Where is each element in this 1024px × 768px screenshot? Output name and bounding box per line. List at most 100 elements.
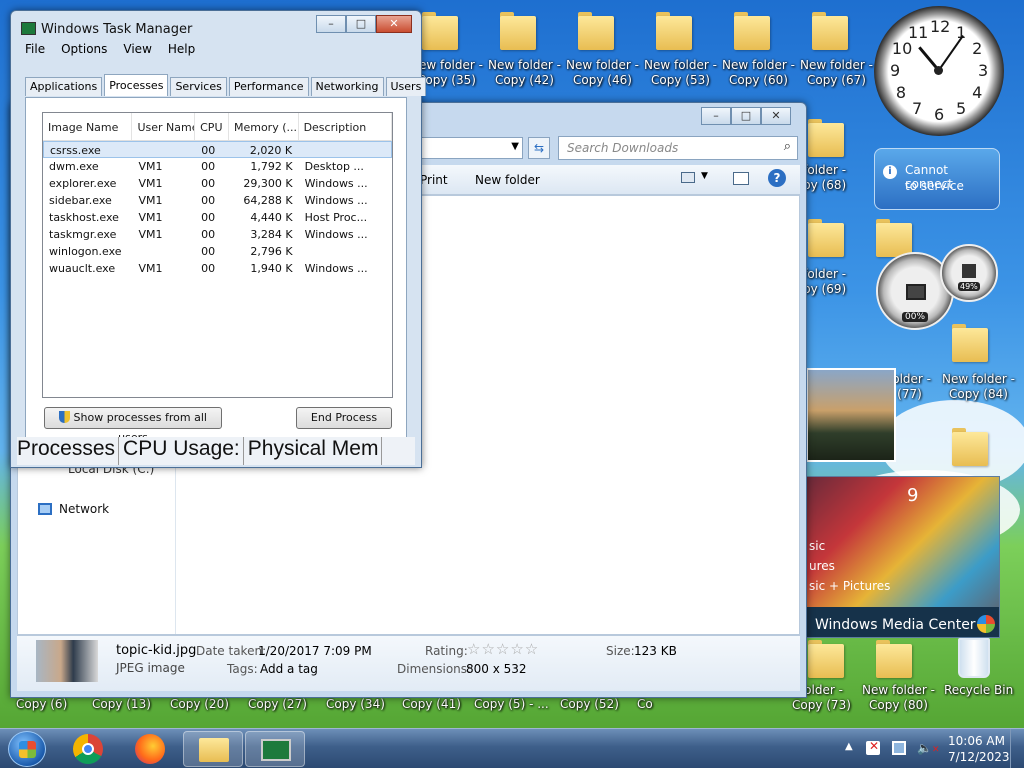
new-folder-button[interactable]: New folder (475, 173, 540, 187)
desktop-folder-label[interactable]: New folder - Copy (53) (644, 58, 717, 88)
recycle-bin-label[interactable]: Recycle Bin (944, 683, 1013, 698)
clock-gadget[interactable]: 12 1 2 3 4 5 6 7 8 9 10 11 (874, 6, 1004, 136)
column-user-name[interactable]: User Name (132, 113, 196, 140)
show-hidden-icons[interactable]: ▲ (845, 741, 853, 752)
process-row[interactable]: sidebar.exe VM1 00 64,288 K Windows ... (43, 192, 392, 209)
process-row[interactable]: dwm.exe VM1 00 1,792 K Desktop ... (43, 158, 392, 175)
chevron-down-icon[interactable]: ▼ (701, 171, 708, 181)
start-button[interactable] (8, 731, 46, 767)
desktop-folder-label[interactable]: Co (637, 697, 653, 712)
column-image-name[interactable]: Image Name (43, 113, 133, 140)
detail-tags-value[interactable]: Add a tag (260, 662, 318, 676)
minimize-button[interactable]: – (316, 15, 346, 33)
desktop-folder-label[interactable]: New folder - Copy (46) (566, 58, 639, 88)
folder-icon[interactable] (812, 8, 848, 50)
folder-icon[interactable] (808, 115, 844, 157)
desktop-folder-label[interactable]: Copy (6) (16, 697, 67, 712)
weather-gadget[interactable]: i Cannot connect to service (874, 148, 1000, 210)
process-row[interactable]: winlogon.exe 00 2,796 K (43, 243, 392, 260)
nav-network[interactable]: Network (59, 502, 109, 516)
column-memory[interactable]: Memory (... (229, 113, 299, 140)
details-pane: topic-kid.jpg JPEG image Date taken: 1/2… (17, 635, 800, 691)
process-row[interactable]: wuauclt.exe VM1 00 1,940 K Windows ... (43, 260, 392, 277)
folder-icon[interactable] (734, 8, 770, 50)
show-desktop-button[interactable] (1010, 729, 1024, 768)
end-process-button[interactable]: End Process (296, 407, 392, 429)
action-center-icon[interactable]: ✕ (866, 739, 880, 755)
print-button[interactable]: Print (420, 173, 448, 187)
menu-file[interactable]: File (25, 42, 45, 56)
minimize-button[interactable]: – (701, 107, 731, 125)
task-manager-window[interactable]: Windows Task Manager – □ ✕ File Options … (10, 10, 427, 468)
preview-pane-icon[interactable] (733, 172, 749, 185)
refresh-button[interactable]: ⇆ (528, 137, 550, 159)
close-button[interactable]: ✕ (376, 15, 412, 33)
maximize-button[interactable]: □ (346, 15, 376, 33)
desktop-folder-label[interactable]: New folder - Copy (67) (800, 58, 873, 88)
search-input[interactable]: Search Downloads ⌕ (558, 136, 798, 160)
maximize-button[interactable]: □ (731, 107, 761, 125)
tab-processes[interactable]: Processes (104, 74, 169, 96)
folder-icon[interactable] (808, 215, 844, 257)
process-cell: 4,440 K (250, 211, 293, 224)
column-cpu[interactable]: CPU (195, 113, 229, 140)
desktop-folder-label[interactable]: New folder - Copy (80) (862, 683, 935, 713)
desktop-folder-label[interactable]: Copy (34) (326, 697, 385, 712)
desktop-folder-label[interactable]: Copy (52) (560, 697, 619, 712)
menu-view[interactable]: View (123, 42, 151, 56)
dropdown-arrow-icon[interactable]: ▼ (511, 141, 519, 152)
menu-options[interactable]: Options (61, 42, 107, 56)
views-icon[interactable] (681, 172, 695, 183)
desktop-folder-label[interactable]: folder - py (68) (803, 163, 846, 193)
address-bar[interactable]: ▼ (411, 137, 523, 159)
taskbar-explorer-button[interactable] (183, 731, 243, 767)
desktop-folder-label[interactable]: Copy (5) - ... (474, 697, 549, 712)
clock-time[interactable]: 10:06 AM (948, 734, 1005, 748)
volume-icon[interactable]: 🔈✕ (917, 741, 940, 755)
desktop-folder-label[interactable]: New folder - Copy (42) (488, 58, 561, 88)
chrome-icon[interactable] (73, 734, 103, 764)
menu-help[interactable]: Help (168, 42, 195, 56)
detail-date-value[interactable]: 1/20/2017 7:09 PM (258, 644, 372, 658)
tab-applications[interactable]: Applications (25, 77, 103, 96)
network-tray-icon[interactable] (892, 741, 906, 755)
process-row[interactable]: taskmgr.exe VM1 00 3,284 K Windows ... (43, 226, 392, 243)
tab-networking[interactable]: Networking (310, 77, 384, 96)
media-center-gadget[interactable]: 9 sic ures sic + Pictures Windows Media … (806, 476, 1000, 638)
folder-icon[interactable] (952, 424, 988, 466)
clock-numeral: 11 (908, 22, 929, 42)
close-button[interactable]: ✕ (761, 107, 791, 125)
folder-icon[interactable] (656, 8, 692, 50)
desktop-folder-label[interactable]: Copy (13) (92, 697, 151, 712)
clock-date[interactable]: 7/12/2023 (948, 750, 1010, 764)
search-icon[interactable]: ⌕ (784, 139, 791, 154)
desktop-folder-label[interactable]: Copy (27) (248, 697, 307, 712)
taskbar-task-manager-button[interactable] (245, 731, 305, 767)
desktop-folder-label[interactable]: New folder - Copy (60) (722, 58, 795, 88)
recycle-bin-icon[interactable] (958, 638, 990, 678)
folder-icon[interactable] (876, 636, 912, 678)
tab-services[interactable]: Services (170, 77, 227, 96)
cpu-meter-gadget[interactable]: 00% 49% (876, 244, 1000, 330)
firefox-icon[interactable] (135, 734, 165, 764)
desktop-folder-label[interactable]: folder - py (69) (803, 267, 846, 297)
folder-icon[interactable] (500, 8, 536, 50)
rating-stars[interactable]: ☆☆☆☆☆ (467, 640, 539, 658)
folder-icon[interactable] (422, 8, 458, 50)
folder-icon[interactable] (808, 636, 844, 678)
process-list[interactable]: Image Name User Name CPU Memory (... Des… (42, 112, 393, 398)
desktop-folder-label[interactable]: Copy (20) (170, 697, 229, 712)
show-all-processes-button[interactable]: Show processes from all users (44, 407, 222, 444)
process-cell: 1,940 K (250, 262, 293, 275)
help-icon[interactable]: ? (768, 169, 786, 187)
tab-performance[interactable]: Performance (228, 77, 309, 96)
process-row[interactable]: csrss.exe 00 2,020 K (43, 141, 392, 158)
process-row[interactable]: explorer.exe VM1 00 29,300 K Windows ... (43, 175, 392, 192)
desktop-folder-label[interactable]: Copy (41) (402, 697, 461, 712)
desktop-folder-label[interactable]: New folder - Copy (84) (942, 372, 1015, 402)
column-description[interactable]: Description (299, 113, 392, 140)
folder-icon[interactable] (578, 8, 614, 50)
tab-users[interactable]: Users (385, 77, 427, 96)
slideshow-gadget[interactable] (806, 368, 896, 462)
process-row[interactable]: taskhost.exe VM1 00 4,440 K Host Proc... (43, 209, 392, 226)
